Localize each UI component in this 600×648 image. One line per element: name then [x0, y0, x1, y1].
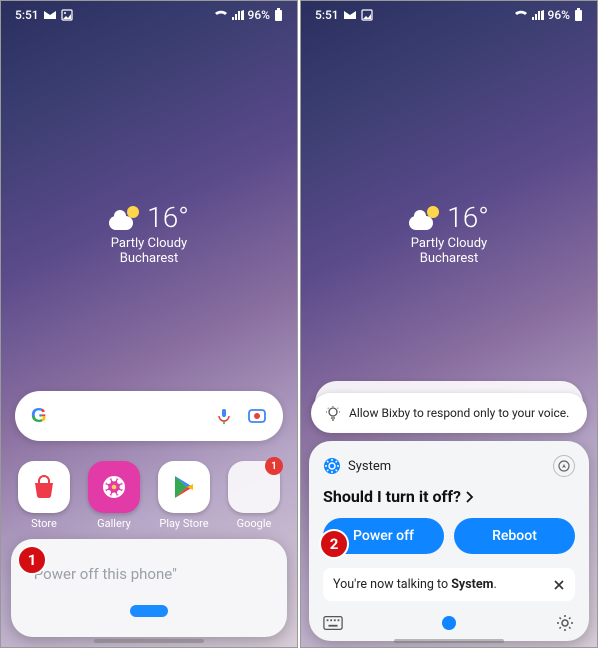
google-search-bar[interactable]: G: [15, 391, 283, 441]
lens-icon[interactable]: [247, 406, 267, 426]
phone-screen-right: 5:51 96% 16° Partly Cloudy Bucharest G A…: [300, 0, 598, 648]
battery-icon: [574, 8, 583, 22]
settings-icon[interactable]: [555, 613, 575, 633]
bixby-response-title[interactable]: Should I turn it off?: [323, 487, 575, 506]
system-label: System: [348, 459, 391, 474]
app-store[interactable]: Store: [13, 461, 75, 530]
bixby-transcript: "Power off this phone": [29, 565, 269, 583]
google-g-icon: G: [31, 405, 53, 427]
weather-city: Bucharest: [120, 251, 178, 266]
battery-icon: [274, 8, 283, 22]
signal-icon: [532, 10, 544, 20]
phone-screen-left: 5:51 96% 16° Partly Cloudy: [0, 0, 298, 648]
lightbulb-icon: [325, 405, 341, 421]
weather-temp: 16°: [147, 201, 189, 234]
signal-icon: [232, 10, 244, 20]
talking-to-row: You're now talking to System.: [323, 568, 575, 601]
mic-icon[interactable]: [215, 407, 233, 425]
gmail-icon: [343, 10, 357, 20]
app-playstore-label: Play Store: [159, 517, 208, 530]
reboot-button[interactable]: Reboot: [454, 518, 575, 554]
talking-to-text: You're now talking to System.: [333, 577, 497, 592]
bixby-tip-text: Allow Bixby to respond only to your voic…: [349, 406, 569, 420]
explore-icon[interactable]: [553, 455, 575, 477]
weather-condition: Partly Cloudy: [411, 236, 487, 251]
app-gallery-label: Gallery: [97, 517, 131, 530]
annotation-step-1: 1: [17, 545, 47, 575]
status-time: 5:51: [15, 8, 39, 22]
status-battery-pct: 96%: [548, 8, 570, 22]
app-row: Store Gallery Play Store 1 Google: [1, 461, 297, 530]
badge-count: 1: [265, 457, 283, 475]
chevron-right-icon: [465, 491, 474, 503]
keyboard-icon[interactable]: [323, 613, 343, 633]
app-google-label: Google: [237, 517, 272, 530]
status-time: 5:51: [315, 8, 339, 22]
wifi-call-icon: [214, 10, 228, 20]
weather-condition: Partly Cloudy: [111, 236, 187, 251]
app-store-label: Store: [31, 517, 57, 530]
annotation-step-2: 2: [319, 529, 349, 559]
bixby-listening-dot[interactable]: [442, 616, 456, 630]
bixby-listening-indicator[interactable]: [130, 605, 168, 617]
weather-widget[interactable]: 16° Partly Cloudy Bucharest: [1, 201, 297, 266]
bixby-tip-bar[interactable]: Allow Bixby to respond only to your voic…: [311, 393, 587, 433]
app-gallery[interactable]: Gallery: [83, 461, 145, 530]
gmail-icon: [43, 10, 57, 20]
home-indicator[interactable]: [394, 639, 504, 643]
system-settings-icon: [323, 457, 341, 475]
weather-temp: 16°: [447, 201, 489, 234]
app-playstore[interactable]: Play Store: [153, 461, 215, 530]
status-bar: 5:51 96%: [301, 1, 597, 29]
weather-icon: [109, 206, 139, 230]
app-google-folder[interactable]: 1 Google: [223, 461, 285, 530]
image-icon: [361, 9, 373, 21]
home-indicator[interactable]: [94, 639, 204, 643]
close-icon[interactable]: [553, 579, 565, 591]
image-icon: [61, 9, 73, 21]
weather-icon: [409, 206, 439, 230]
bixby-voice-sheet: "Power off this phone": [11, 539, 287, 637]
status-battery-pct: 96%: [248, 8, 270, 22]
weather-widget[interactable]: 16° Partly Cloudy Bucharest: [301, 201, 597, 266]
status-bar: 5:51 96%: [1, 1, 297, 29]
wifi-call-icon: [514, 10, 528, 20]
bixby-response-panel: System Should I turn it off? Power off R…: [309, 441, 589, 641]
weather-city: Bucharest: [420, 251, 478, 266]
